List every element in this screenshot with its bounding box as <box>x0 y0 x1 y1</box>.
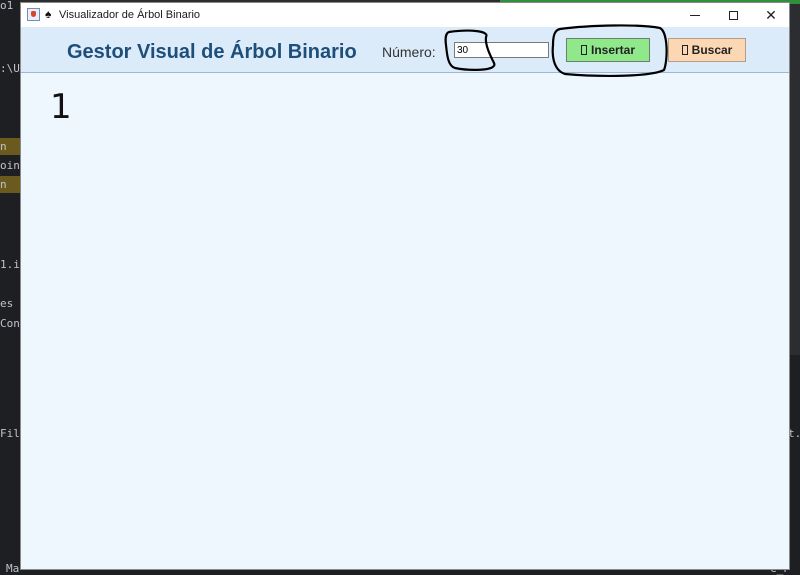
search-button[interactable]: Buscar <box>668 38 746 62</box>
java-icon <box>27 8 40 21</box>
tree-canvas[interactable] <box>21 73 789 569</box>
ide-text: es <box>0 297 14 310</box>
window-title: Visualizador de Árbol Binario <box>59 9 201 21</box>
number-label: Número: <box>382 44 436 60</box>
tree-icon: ♠ <box>45 7 52 21</box>
app-window: ♠ Visualizador de Árbol Binario ✕ Gestor… <box>20 2 790 570</box>
missing-glyph-icon <box>681 45 688 55</box>
maximize-button[interactable] <box>715 3 751 27</box>
ide-text: n <box>0 178 7 191</box>
number-input[interactable] <box>454 42 549 58</box>
maximize-icon <box>728 10 738 20</box>
insert-button-label: Insertar <box>590 43 636 57</box>
close-icon: ✕ <box>765 6 777 23</box>
minimize-icon <box>690 14 700 16</box>
ide-text: n <box>0 140 7 153</box>
toolbar-panel: Gestor Visual de Árbol Binario Número: I… <box>21 27 789 73</box>
ide-text: Ma <box>6 562 20 575</box>
missing-glyph-icon <box>580 45 587 55</box>
close-button[interactable]: ✕ <box>753 3 789 27</box>
page-title: Gestor Visual de Árbol Binario <box>67 41 357 63</box>
title-bar[interactable]: ♠ Visualizador de Árbol Binario ✕ <box>21 3 789 27</box>
search-button-label: Buscar <box>691 43 733 57</box>
insert-button[interactable]: Insertar <box>566 38 650 62</box>
minimize-button[interactable] <box>677 3 713 27</box>
